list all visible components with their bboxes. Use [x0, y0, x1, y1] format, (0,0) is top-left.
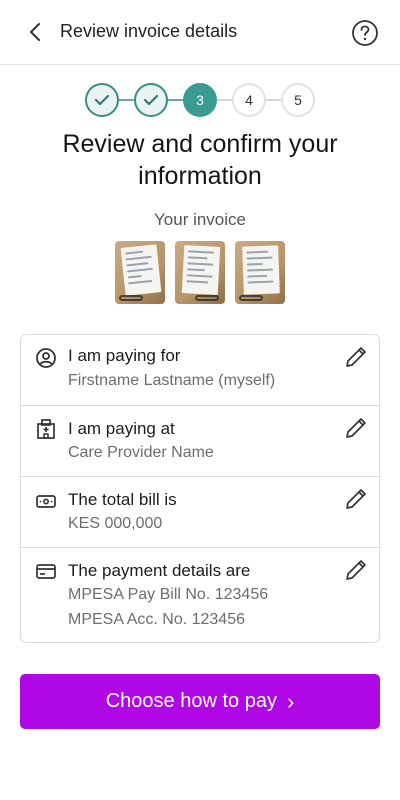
detail-label: I am paying for: [68, 346, 181, 365]
details-card: I am paying for Firstname Lastname (myse…: [20, 334, 380, 643]
cash-icon: [36, 495, 56, 508]
detail-label: I am paying at: [68, 419, 175, 438]
step-4: 4: [232, 83, 266, 117]
step-2-completed: [134, 83, 168, 117]
glasses-image: [119, 295, 143, 301]
glasses-image: [239, 295, 263, 301]
invoice-thumbnail[interactable]: [175, 241, 225, 304]
question-circle-icon: [352, 20, 378, 46]
edit-button[interactable]: [343, 415, 369, 441]
detail-value: MPESA Acc. No. 123456: [68, 611, 245, 628]
credit-card-icon: [36, 564, 56, 579]
help-button[interactable]: [351, 19, 379, 47]
step-1-completed: [85, 83, 119, 117]
detail-row-paying-at: I am paying at Care Provider Name: [21, 406, 379, 477]
edit-button[interactable]: [343, 344, 369, 370]
detail-label: The total bill is: [68, 490, 177, 509]
invoice-image: [242, 245, 280, 295]
progress-stepper: 3 4 5: [85, 83, 315, 117]
choose-how-to-pay-button[interactable]: Choose how to pay ›: [20, 674, 380, 729]
page-title: Review invoice details: [60, 21, 238, 41]
hospital-icon: [37, 419, 55, 439]
pencil-icon: [346, 347, 366, 367]
chevron-right-icon: ›: [286, 688, 295, 714]
edit-button[interactable]: [343, 486, 369, 512]
main-heading: Review and confirm your information: [62, 130, 338, 190]
pencil-icon: [346, 489, 366, 509]
detail-row-paying-for: I am paying for Firstname Lastname (myse…: [21, 335, 379, 406]
step-number: 4: [245, 92, 253, 108]
back-button[interactable]: [22, 19, 48, 45]
step-3-current: 3: [183, 83, 217, 117]
invoice-thumbnails: [115, 241, 285, 304]
glasses-image: [195, 295, 219, 301]
top-bar: Review invoice details: [0, 0, 400, 65]
detail-value: Care Provider Name: [68, 444, 214, 461]
detail-row-payment-details: The payment details are MPESA Pay Bill N…: [21, 548, 379, 642]
invoice-thumbnail[interactable]: [235, 241, 285, 304]
check-icon: [143, 94, 159, 106]
app-screen: Review invoice details 3 4 5 Review and …: [0, 0, 400, 800]
detail-label: The payment details are: [68, 561, 251, 580]
invoice-image: [120, 244, 162, 296]
chevron-left-icon: [30, 23, 40, 41]
step-5: 5: [281, 83, 315, 117]
person-icon: [36, 348, 56, 368]
step-number: 5: [294, 92, 302, 108]
detail-value: MPESA Pay Bill No. 123456: [68, 586, 269, 603]
invoice-label: Your invoice: [154, 210, 246, 229]
detail-row-total-bill: The total bill is KES 000,000: [21, 477, 379, 548]
edit-button[interactable]: [343, 557, 369, 583]
invoice-thumbnail[interactable]: [115, 241, 165, 304]
check-icon: [94, 94, 110, 106]
detail-value: KES 000,000: [68, 515, 163, 532]
step-number: 3: [196, 92, 204, 108]
pencil-icon: [346, 560, 366, 580]
pencil-icon: [346, 418, 366, 438]
cta-label: Choose how to pay: [105, 690, 277, 712]
invoice-image: [181, 245, 221, 295]
detail-value: Firstname Lastname (myself): [68, 372, 276, 389]
